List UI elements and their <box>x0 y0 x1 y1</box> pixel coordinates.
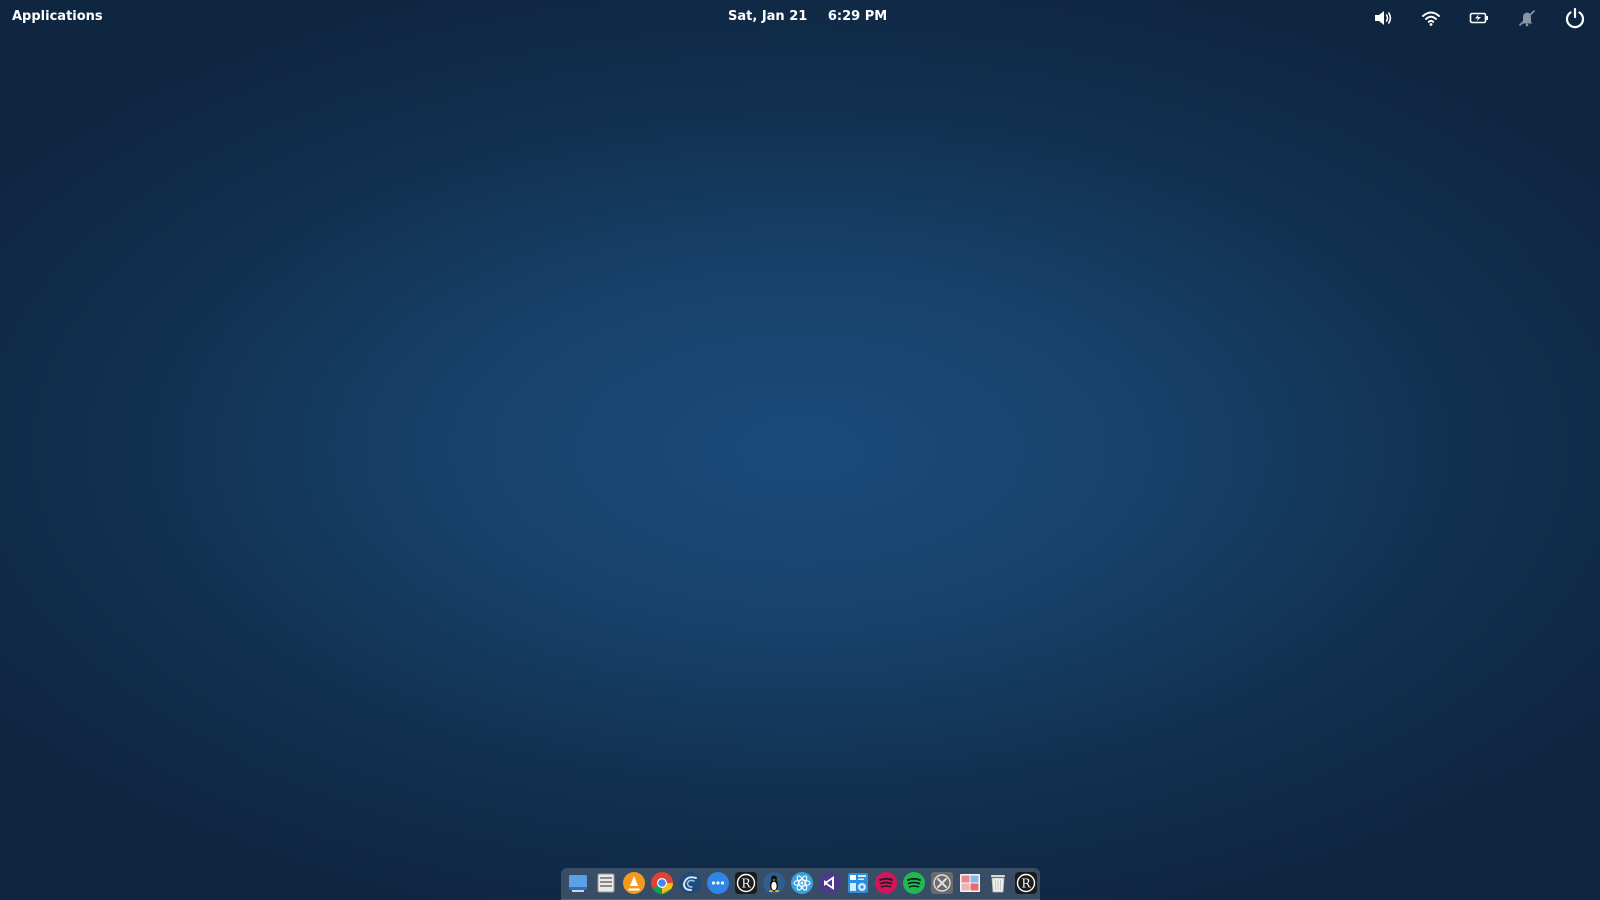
power-icon[interactable] <box>1563 6 1587 30</box>
trash-icon[interactable] <box>986 871 1010 895</box>
wifi-icon[interactable] <box>1419 6 1443 30</box>
messaging-icon[interactable] <box>706 871 730 895</box>
svg-text:R: R <box>1021 877 1031 891</box>
volume-icon[interactable] <box>1371 6 1395 30</box>
rstudio-icon-2[interactable]: R <box>1014 871 1038 895</box>
top-panel: Applications Sat, Jan 21 6:29 PM <box>0 0 1600 36</box>
settings-app-icon[interactable] <box>846 871 870 895</box>
clock-date: Sat, Jan 21 <box>728 9 808 24</box>
visual-studio-icon[interactable] <box>818 871 842 895</box>
dock: R R <box>561 868 1040 900</box>
svg-text:R: R <box>741 877 751 891</box>
notifications-disabled-icon[interactable] <box>1515 6 1539 30</box>
music-app-icon[interactable] <box>874 871 898 895</box>
close-app-icon[interactable] <box>930 871 954 895</box>
battery-icon[interactable] <box>1467 6 1491 30</box>
photos-icon[interactable] <box>958 871 982 895</box>
spotify-icon[interactable] <box>902 871 926 895</box>
chrome-icon[interactable] <box>650 871 674 895</box>
file-manager-icon[interactable] <box>594 871 618 895</box>
linux-app-icon[interactable] <box>762 871 786 895</box>
clock[interactable]: Sat, Jan 21 6:29 PM <box>728 9 887 24</box>
applications-menu-button[interactable]: Applications <box>12 9 103 24</box>
desktop-wallpaper <box>0 0 1600 900</box>
rstudio-icon[interactable]: R <box>734 871 758 895</box>
clock-time: 6:29 PM <box>827 9 888 24</box>
vlc-icon[interactable] <box>622 871 646 895</box>
browser-icon[interactable] <box>678 871 702 895</box>
atom-icon[interactable] <box>790 871 814 895</box>
desktop-icon[interactable] <box>566 871 590 895</box>
